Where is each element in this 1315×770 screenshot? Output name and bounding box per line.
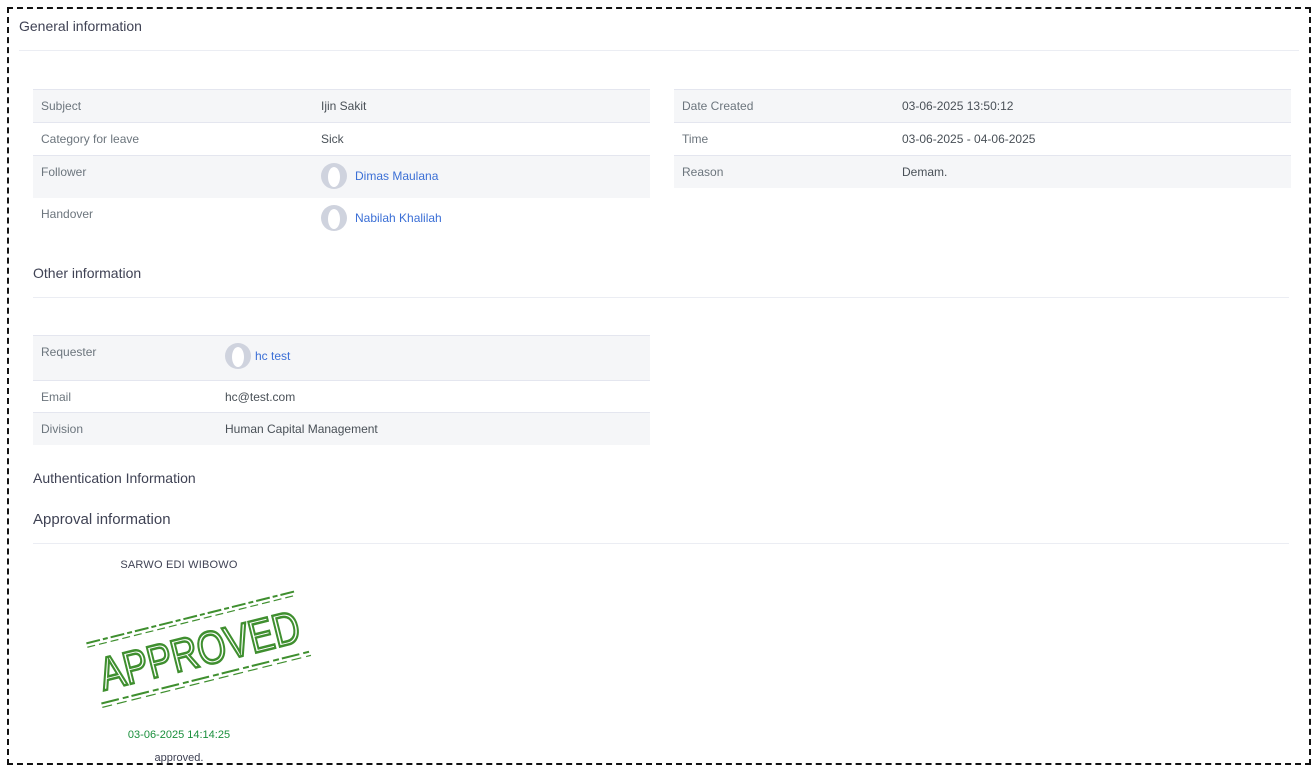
table-row: Reason Demam. — [674, 155, 1291, 188]
approval-block: SARWO EDI WIBOWO APPROVED 03-06-2025 14:… — [79, 559, 319, 764]
follower-label: Follower — [41, 165, 87, 179]
approver-name: SARWO EDI WIBOWO — [120, 559, 238, 571]
subject-label: Subject — [41, 99, 82, 113]
table-row: Date Created 03-06-2025 13:50:12 — [674, 89, 1291, 122]
table-row: Handover Nabilah Khalilah — [33, 198, 650, 241]
header-divider — [19, 50, 1299, 51]
table-row: Division Human Capital Management — [33, 412, 650, 445]
approval-information-title: Approval information — [33, 511, 171, 528]
user-avatar-icon — [321, 163, 347, 189]
user-avatar-icon — [321, 205, 347, 231]
handover-link[interactable]: Nabilah Khalilah — [355, 211, 442, 225]
table-row: Category for leave Sick — [33, 122, 650, 155]
handover-cell: Nabilah Khalilah — [313, 198, 450, 241]
requester-label: Requester — [41, 345, 97, 359]
division-label: Division — [41, 422, 84, 436]
stamp-text: APPROVED — [94, 600, 305, 700]
handover-user: Nabilah Khalilah — [321, 205, 442, 231]
approval-date: 03-06-2025 14:14:25 — [127, 729, 231, 741]
requester-user: hc test — [225, 343, 290, 369]
email-value: hc@test.com — [225, 390, 296, 404]
follower-link[interactable]: Dimas Maulana — [355, 169, 438, 183]
category-label: Category for leave — [41, 132, 140, 146]
general-information-title: General information — [19, 18, 142, 34]
time-value: 03-06-2025 - 04-06-2025 — [902, 132, 1036, 146]
detail-card: General information Subject Ijin Sakit C… — [7, 7, 1311, 765]
section-divider — [33, 297, 1289, 298]
table-row: Time 03-06-2025 - 04-06-2025 — [674, 122, 1291, 155]
follower-user: Dimas Maulana — [321, 163, 438, 189]
date-created-value: 03-06-2025 13:50:12 — [902, 99, 1014, 113]
category-value: Sick — [321, 132, 344, 146]
reason-label: Reason — [682, 165, 724, 179]
table-row: Subject Ijin Sakit — [33, 89, 650, 122]
time-label: Time — [682, 132, 709, 146]
general-right-table: Date Created 03-06-2025 13:50:12 Time 03… — [674, 89, 1291, 188]
table-row: Requester hc test — [33, 335, 650, 380]
table-row: Email hc@test.com — [33, 380, 650, 412]
table-row: Follower Dimas Maulana — [33, 155, 650, 198]
other-information-title: Other information — [33, 265, 142, 281]
email-label: Email — [41, 390, 72, 404]
other-info-table: Requester hc test Email hc@test.com Divi… — [33, 335, 650, 445]
approval-status: approved. — [154, 752, 204, 764]
authentication-information-title: Authentication Information — [33, 470, 196, 486]
handover-label: Handover — [41, 207, 94, 221]
user-avatar-icon — [225, 343, 251, 369]
requester-cell: hc test — [217, 336, 298, 380]
reason-value: Demam. — [902, 165, 948, 179]
division-value: Human Capital Management — [225, 422, 378, 436]
follower-cell: Dimas Maulana — [313, 156, 446, 198]
section-divider — [33, 543, 1289, 544]
date-created-label: Date Created — [682, 99, 754, 113]
approved-stamp: APPROVED — [86, 590, 312, 708]
subject-value: Ijin Sakit — [321, 99, 367, 113]
requester-link[interactable]: hc test — [255, 349, 290, 363]
general-left-table: Subject Ijin Sakit Category for leave Si… — [33, 89, 650, 241]
